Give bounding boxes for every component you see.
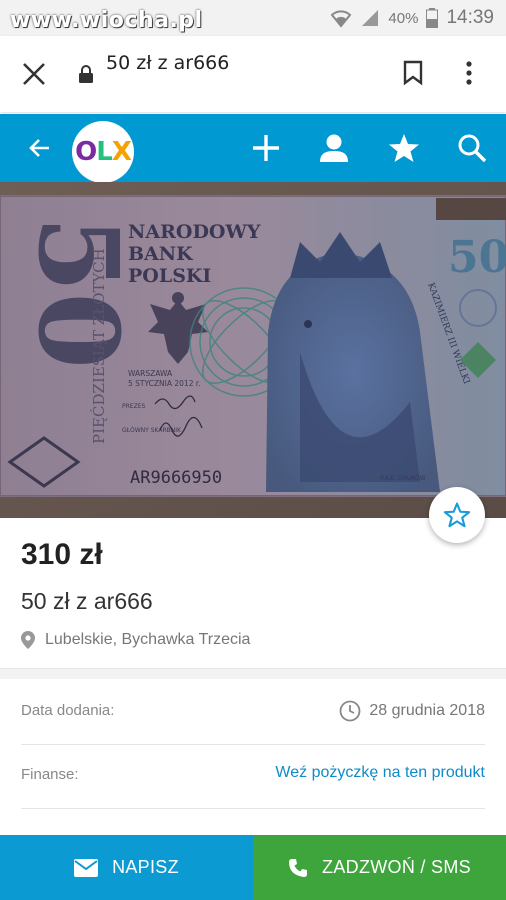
olx-logo[interactable]: OLX: [72, 121, 134, 183]
listing-photo[interactable]: 50 PIĘĆDZIESIĄT ZŁOTYCH NARODOWY BANK PO…: [0, 182, 506, 518]
date-value: 28 grudnia 2018: [369, 702, 485, 719]
envelope-icon: [74, 858, 99, 877]
close-icon[interactable]: [20, 60, 48, 88]
battery-percent: 40%: [388, 9, 419, 27]
message-button[interactable]: NAPISZ: [0, 835, 253, 900]
detail-row-finance: Finanse: Weź pożyczkę na ten produkt: [21, 744, 485, 809]
olx-logo-x: X: [111, 137, 132, 167]
loan-link[interactable]: Weź pożyczkę na ten produkt: [275, 764, 485, 782]
bookmark-icon[interactable]: [402, 60, 424, 86]
wifi-icon: [331, 10, 352, 28]
browser-toolbar: 50 zł z ar666: [0, 36, 506, 112]
page-title[interactable]: 50 zł z ar666: [106, 52, 229, 74]
listing-title: 50 zł z ar666: [21, 588, 153, 614]
signal-icon: [362, 10, 379, 26]
lock-icon: [79, 65, 93, 83]
phone-icon: [289, 858, 308, 877]
contact-actions: NAPISZ ZADZWOŃ / SMS: [0, 835, 506, 900]
olx-app-bar: OLX: [0, 114, 506, 183]
detail-row-date: Data dodania: 28 grudnia 2018: [21, 680, 485, 745]
olx-logo-o: O: [75, 137, 97, 167]
location-text: Lubelskie, Bychawka Trzecia: [45, 631, 251, 648]
add-to-favorites-button[interactable]: [429, 487, 485, 543]
add-icon[interactable]: [250, 132, 282, 164]
call-button-label: ZADZWOŃ / SMS: [322, 857, 471, 877]
date-value-group: 28 grudnia 2018: [339, 700, 485, 722]
account-icon[interactable]: [318, 132, 350, 164]
olx-logo-l: L: [96, 137, 113, 167]
date-label: Data dodania:: [21, 702, 115, 719]
message-button-label: NAPISZ: [112, 857, 179, 877]
listing-price: 310 zł: [21, 538, 103, 571]
clock-icon: [339, 700, 361, 722]
favorites-star-icon[interactable]: [388, 132, 420, 164]
watermark: www.wiocha.pl: [10, 8, 203, 33]
search-icon[interactable]: [456, 132, 488, 164]
location-pin-icon: [21, 631, 35, 649]
more-menu-icon[interactable]: [464, 60, 474, 86]
listing-location[interactable]: Lubelskie, Bychawka Trzecia: [21, 631, 250, 649]
call-button[interactable]: ZADZWOŃ / SMS: [253, 835, 506, 900]
back-arrow-icon[interactable]: [28, 136, 52, 160]
status-bar: www.wiocha.pl 40% 14:39: [0, 0, 506, 36]
finance-label: Finanse:: [21, 766, 79, 783]
url-redaction: [96, 78, 236, 110]
clock: 14:39: [446, 7, 494, 28]
battery-icon: [426, 8, 439, 28]
section-divider: [0, 668, 506, 679]
status-indicators: 40% 14:39: [330, 6, 494, 30]
star-outline-icon: [443, 502, 471, 528]
